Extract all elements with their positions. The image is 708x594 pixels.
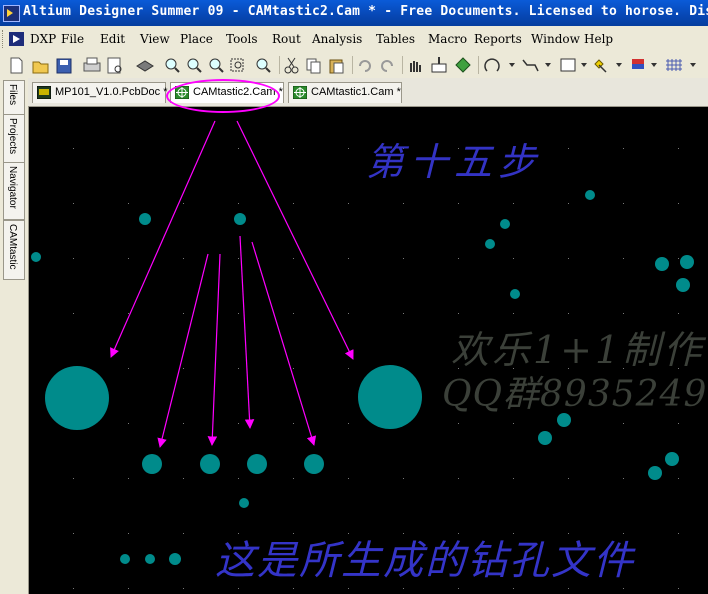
menu-file[interactable]: File — [61, 32, 84, 46]
menu-rout[interactable]: Rout — [272, 32, 301, 46]
drill-hole-large[interactable] — [45, 366, 109, 430]
pcb-doc-icon — [37, 86, 51, 99]
arc-icon[interactable] — [484, 58, 515, 72]
zoom-selected-icon[interactable] — [209, 58, 224, 73]
drill-hole-small[interactable] — [145, 554, 155, 564]
drill-hole-small[interactable] — [485, 239, 495, 249]
undo-icon[interactable] — [359, 60, 371, 72]
drill-hole-large[interactable] — [358, 365, 422, 429]
menu-edit[interactable]: Edit — [100, 32, 125, 46]
print-preview-icon[interactable] — [107, 57, 122, 74]
netlist-icon[interactable] — [455, 57, 471, 73]
side-tab-camtastic[interactable]: CAMtastic — [3, 220, 25, 280]
highlight-icon[interactable] — [594, 59, 622, 73]
altium-app-icon[interactable] — [3, 5, 20, 22]
title-bar[interactable]: Altium Designer Summer 09 - CAMtastic2.C… — [0, 0, 708, 26]
cam-canvas[interactable]: 第十五步 欢乐1+1制作 QQ群89352498 这是所生成的钻孔文件 — [29, 107, 708, 594]
arrow — [239, 235, 255, 429]
new-file-icon[interactable] — [10, 57, 23, 74]
drill-hole-small[interactable] — [648, 466, 662, 480]
zoom-fit-icon[interactable] — [256, 58, 271, 73]
drill-hole-small[interactable] — [676, 278, 690, 292]
drill-hole-small[interactable] — [655, 257, 669, 271]
open-folder-icon[interactable] — [32, 61, 49, 74]
trace-icon[interactable] — [522, 59, 551, 72]
print-icon[interactable] — [83, 57, 101, 72]
tab-highlight-ellipse — [166, 79, 280, 113]
drill-hole-small[interactable] — [538, 431, 552, 445]
drill-hole-small[interactable] — [234, 213, 246, 225]
document-tabs: MP101_V1.0.PcbDoc * CAMtastic2.Cam * CAM… — [28, 78, 708, 107]
drill-hole-small[interactable] — [665, 452, 679, 466]
drill-hole-small[interactable] — [239, 498, 249, 508]
menu-tables[interactable]: Tables — [376, 32, 415, 46]
arrow — [157, 253, 209, 448]
menu-grip[interactable] — [2, 30, 6, 48]
arrow — [110, 120, 216, 358]
menu-help[interactable]: Help — [584, 32, 613, 46]
arrow — [207, 253, 221, 446]
menu-dxp[interactable]: DXP — [30, 32, 56, 46]
grid-icon[interactable] — [666, 59, 696, 71]
menu-macro[interactable]: Macro — [428, 32, 467, 46]
zoom-in-icon[interactable] — [165, 58, 180, 73]
save-icon[interactable] — [56, 58, 72, 74]
menu-window[interactable]: Window — [531, 32, 580, 46]
drill-hole-small[interactable] — [510, 289, 520, 299]
zoom-out-icon[interactable] — [187, 58, 202, 73]
credit-line-2: QQ群89352498 — [442, 374, 708, 415]
pan-hand-icon[interactable] — [410, 61, 421, 72]
redo-icon[interactable] — [381, 60, 393, 72]
rectangle-icon[interactable] — [560, 58, 587, 72]
drill-hole-medium[interactable] — [247, 454, 267, 474]
menu-bar: DXP File Edit View Place Tools Rout Anal… — [0, 26, 708, 53]
menu-place[interactable]: Place — [180, 32, 213, 46]
toolbar-icons — [10, 56, 696, 74]
menu-reports[interactable]: Reports — [474, 32, 522, 46]
window-title: Altium Designer Summer 09 - CAMtastic2.C… — [23, 4, 708, 19]
drill-hole-small[interactable] — [169, 553, 181, 565]
drill-hole-small[interactable] — [500, 219, 510, 229]
menu-view[interactable]: View — [140, 32, 170, 46]
tab-camtastic1[interactable]: CAMtastic1.Cam * — [288, 82, 402, 103]
side-panel: Files Projects Navigator CAMtastic — [0, 78, 29, 594]
tab-pcbdoc[interactable]: MP101_V1.0.PcbDoc * — [32, 82, 168, 103]
cam-doc-icon — [293, 86, 307, 99]
dxp-icon[interactable] — [9, 32, 24, 46]
arrow — [251, 241, 317, 446]
pointer-arrows — [110, 120, 354, 448]
side-tab-navigator[interactable]: Navigator — [3, 162, 25, 220]
drill-hole-small[interactable] — [680, 255, 694, 269]
flag-icon[interactable] — [632, 59, 657, 69]
drill-hole-small[interactable] — [31, 252, 41, 262]
caption-text: 这是所生成的钻孔文件 — [215, 538, 635, 584]
drill-hole-medium[interactable] — [200, 454, 220, 474]
drill-hole-small[interactable] — [585, 190, 595, 200]
cut-icon[interactable] — [284, 57, 299, 74]
drill-icon[interactable] — [431, 57, 447, 73]
drill-hole-medium[interactable] — [142, 454, 162, 474]
drill-hole-small[interactable] — [120, 554, 130, 564]
paste-icon[interactable] — [329, 59, 344, 74]
drill-hole-small[interactable] — [139, 213, 151, 225]
side-tab-projects[interactable]: Projects — [3, 114, 25, 164]
copy-icon[interactable] — [306, 58, 321, 74]
zoom-area-icon[interactable] — [230, 58, 244, 72]
side-tab-files[interactable]: Files — [3, 80, 25, 116]
menu-tools[interactable]: Tools — [226, 32, 258, 46]
main-toolbar — [0, 52, 708, 79]
arrow — [236, 120, 354, 360]
step-label: 第十五步 — [366, 140, 543, 184]
layers-icon[interactable] — [136, 60, 154, 72]
menu-analysis[interactable]: Analysis — [312, 32, 362, 46]
drill-hole-medium[interactable] — [304, 454, 324, 474]
